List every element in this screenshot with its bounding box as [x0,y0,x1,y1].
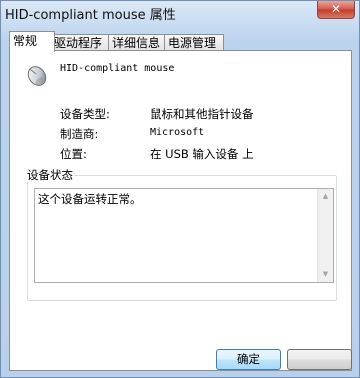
tab-label: 详细信息 [112,36,161,50]
status-scrollbar[interactable]: ▲ ▼ [317,189,333,282]
location-value: 在 USB 输入设备 上 [150,147,254,161]
tab-panel-general: HID-compliant mouse 设备类型: 鼠标和其他指针设备 制造商:… [9,50,352,371]
close-icon: ✕ [330,2,342,16]
manufacturer-label: 制造商: [60,127,99,141]
properties-window: HID-compliant mouse 属性 ✕ 常规 驱动程序 详细信息 电源… [0,0,360,378]
tab-label: 驱动程序 [54,36,103,50]
ok-button[interactable]: 确定 [216,349,281,370]
tab-label: 电源管理 [168,36,217,50]
tab-power-management[interactable]: 电源管理 [164,34,224,51]
device-name: HID-compliant mouse [60,63,175,74]
device-status-title: 设备状态 [26,168,74,182]
scroll-up-arrow-icon[interactable]: ▲ [318,189,333,204]
cancel-button[interactable] [287,349,352,370]
tab-details[interactable]: 详细信息 [108,34,168,51]
device-status-textbox[interactable]: 这个设备运转正常。 ▲ ▼ [34,188,334,283]
tab-driver[interactable]: 驱动程序 [50,34,110,51]
device-type-label: 设备类型: [60,107,110,121]
manufacturer-value: Microsoft [150,127,205,138]
tab-strip: 常规 驱动程序 详细信息 电源管理 [9,31,352,52]
close-button[interactable]: ✕ [317,1,355,19]
dialog-footer: 确定 [9,349,352,371]
tab-label: 常规 [13,34,38,48]
device-type-value: 鼠标和其他指针设备 [150,107,254,121]
tab-general[interactable]: 常规 [9,31,55,52]
title-bar[interactable]: HID-compliant mouse 属性 ✕ [1,1,359,27]
window-title: HID-compliant mouse 属性 [5,8,176,23]
dialog-client: 常规 驱动程序 详细信息 电源管理 HID-compliant mouse 设备… [9,29,352,371]
device-status-text: 这个设备运转正常。 [38,192,142,206]
mouse-icon [24,61,50,87]
location-label: 位置: [60,147,87,161]
scroll-down-arrow-icon[interactable]: ▼ [318,267,333,282]
